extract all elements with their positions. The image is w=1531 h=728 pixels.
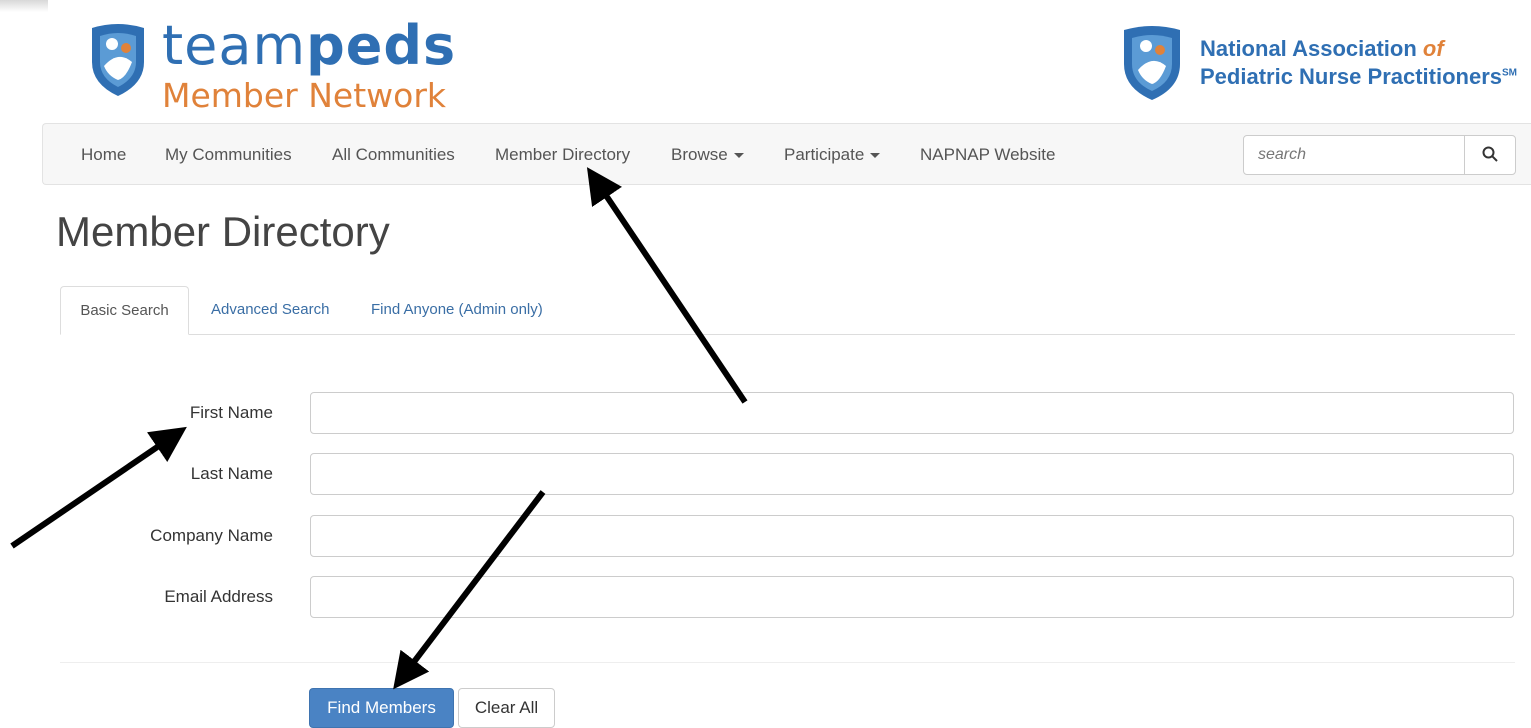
- nav-my-communities[interactable]: My Communities: [165, 124, 292, 186]
- basic-search-form: First Name Last Name Company Name Email …: [60, 335, 1515, 663]
- teampeds-logo[interactable]: teampeds Member Network: [88, 16, 488, 118]
- email-address-field[interactable]: [310, 576, 1514, 618]
- last-name-label: Last Name: [190, 464, 273, 483]
- org-of-text: of: [1422, 36, 1444, 61]
- logo-team-text: team: [162, 14, 307, 77]
- caret-down-icon: [870, 153, 881, 159]
- clear-all-button[interactable]: Clear All: [458, 688, 555, 728]
- nav-all-communities[interactable]: All Communities: [332, 124, 455, 186]
- search-button[interactable]: [1464, 135, 1516, 175]
- nav-napnap-website[interactable]: NAPNAP Website: [920, 124, 1055, 186]
- nav-browse-label: Browse: [671, 145, 728, 164]
- napnap-shield-icon: [1124, 26, 1180, 100]
- email-address-label: Email Address: [164, 587, 273, 606]
- nav-participate-dropdown[interactable]: Participate: [784, 124, 881, 186]
- last-name-field[interactable]: [310, 453, 1514, 495]
- nav-participate-label: Participate: [784, 145, 865, 164]
- org-name-line2-text: Pediatric Nurse Practitioners: [1200, 64, 1503, 89]
- org-name-text: National Association: [1200, 36, 1417, 61]
- org-name-line2: Pediatric Nurse PractitionersSM: [1200, 64, 1517, 90]
- search-tabs: Basic Search Advanced Search Find Anyone…: [60, 286, 1515, 335]
- nav-home[interactable]: Home: [81, 124, 126, 186]
- nav-browse-dropdown[interactable]: Browse: [671, 124, 744, 186]
- tab-advanced-search[interactable]: Advanced Search: [211, 286, 329, 334]
- logo-wordmark: teampeds: [162, 16, 456, 76]
- logo-subtitle: Member Network: [162, 76, 447, 115]
- first-name-field[interactable]: [310, 392, 1514, 434]
- service-mark: SM: [1502, 67, 1518, 79]
- first-name-label: First Name: [189, 403, 273, 422]
- company-name-label: Company Name: [150, 526, 273, 545]
- company-name-field[interactable]: [310, 515, 1514, 557]
- org-name-line1: National Association of: [1200, 36, 1444, 62]
- find-members-button[interactable]: Find Members: [309, 688, 454, 728]
- logo-peds-text: peds: [306, 14, 457, 77]
- caret-down-icon: [733, 153, 744, 159]
- page-title: Member Directory: [56, 208, 390, 255]
- nav-member-directory[interactable]: Member Directory: [495, 124, 630, 186]
- napnap-logo[interactable]: National Association of Pediatric Nurse …: [1120, 24, 1530, 104]
- search-icon: [1482, 146, 1498, 162]
- main-navbar: Home My Communities All Communities Memb…: [42, 123, 1531, 185]
- tab-basic-search[interactable]: Basic Search: [60, 286, 189, 335]
- tab-find-anyone[interactable]: Find Anyone (Admin only): [371, 286, 543, 334]
- search-input[interactable]: [1243, 135, 1465, 175]
- corner-shadow: [0, 0, 48, 12]
- shield-logo-icon: [92, 24, 144, 96]
